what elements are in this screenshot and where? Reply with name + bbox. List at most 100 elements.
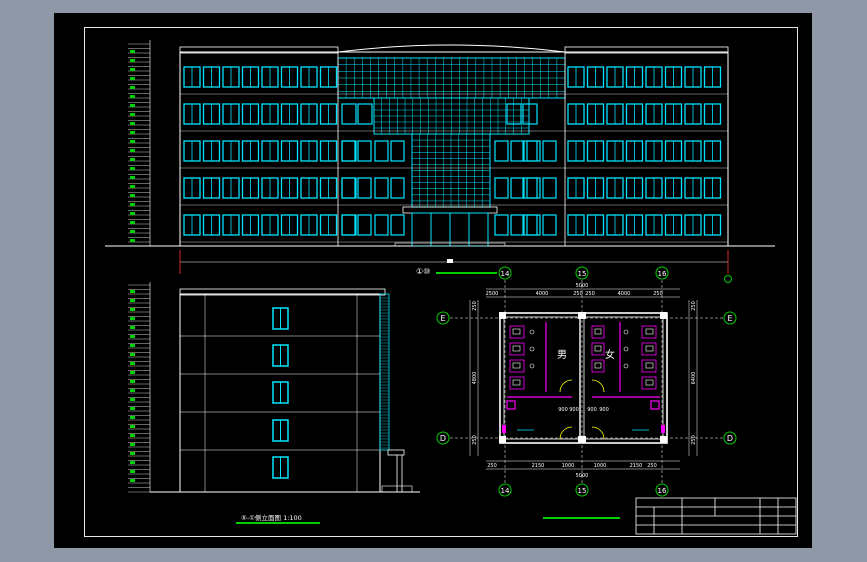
level-mark xyxy=(130,95,135,98)
urinal-stall xyxy=(591,342,605,356)
level-mark xyxy=(130,185,135,188)
front-window xyxy=(522,103,538,125)
level-mark xyxy=(130,230,135,233)
axis-lines xyxy=(450,280,723,483)
level-mark xyxy=(130,167,135,170)
fixture-circle xyxy=(623,346,629,352)
level-mark xyxy=(130,203,135,206)
axis-label-14-bottom: 14 xyxy=(501,487,510,495)
front-window xyxy=(341,177,357,199)
front-window xyxy=(341,140,357,162)
front-window xyxy=(341,214,357,236)
toilet-fixture xyxy=(512,362,521,369)
level-mark xyxy=(130,326,135,329)
front-window xyxy=(374,177,389,199)
toilet-fixture xyxy=(645,345,654,352)
dimension-text: 250 xyxy=(653,291,663,297)
urinal-stall xyxy=(591,325,605,339)
front-window xyxy=(374,214,389,236)
level-mark xyxy=(130,344,135,347)
fixture-circle xyxy=(623,329,629,335)
wall-vents xyxy=(502,425,665,433)
cad-viewport[interactable]: ①⑩ ⑤-①侧立面图 1:100 14 15 16 14 15 16 E D E… xyxy=(0,0,867,562)
level-mark xyxy=(130,353,135,356)
dimension-text: 1000 xyxy=(562,463,575,469)
dimension-text: 2150 xyxy=(532,463,545,469)
dim-total-top: 5000 xyxy=(576,283,589,289)
level-mark xyxy=(130,452,135,455)
side-elevation-title: ⑤-①侧立面图 1:100 xyxy=(241,513,302,522)
axis-label-E-left: E xyxy=(440,314,445,323)
level-mark xyxy=(130,407,135,410)
level-mark xyxy=(130,113,135,116)
toilet-stalls xyxy=(509,325,657,390)
toilet-stall-female xyxy=(641,376,657,390)
front-elevation: ①⑩ xyxy=(105,40,775,283)
dimension-text: 900 xyxy=(599,407,609,413)
dimension-text: 4000 xyxy=(618,291,631,297)
dimension-text: 900 xyxy=(569,407,579,413)
level-mark xyxy=(130,86,135,89)
dimension-text: 900 xyxy=(587,407,597,413)
axis-label-16-bottom: 16 xyxy=(658,487,667,495)
level-mark xyxy=(130,131,135,134)
front-window xyxy=(357,103,373,125)
urinal xyxy=(529,363,535,369)
dimension-text: 250 xyxy=(647,463,657,469)
front-window xyxy=(510,214,525,236)
dimension-text: 250 xyxy=(472,301,478,311)
level-mark xyxy=(130,371,135,374)
toilet-stall-female xyxy=(641,325,657,339)
dimension-text: 2500 xyxy=(486,291,499,297)
axis-label-15: 15 xyxy=(578,270,587,278)
level-mark xyxy=(130,104,135,107)
level-mark xyxy=(130,425,135,428)
level-mark xyxy=(130,470,135,473)
level-mark xyxy=(130,380,135,383)
level-mark xyxy=(130,434,135,437)
room-label-female: 女 xyxy=(605,348,615,361)
dimension-text: 2150 xyxy=(630,463,643,469)
front-window xyxy=(357,214,372,236)
side-curtain-lines xyxy=(380,297,389,449)
axis-bubble xyxy=(724,275,732,283)
side-windows xyxy=(272,307,289,479)
level-mark xyxy=(130,479,135,482)
level-mark xyxy=(130,194,135,197)
level-markers-front xyxy=(128,40,151,246)
level-mark xyxy=(130,308,135,311)
axis-label-15-bottom: 15 xyxy=(578,487,587,495)
dim-mid-parts: 900 900 900 900 xyxy=(558,407,609,413)
front-window xyxy=(526,177,541,199)
front-window xyxy=(522,177,538,199)
dim-right-parts: 250 6400 250 xyxy=(691,301,697,445)
level-mark xyxy=(130,443,135,446)
fixture xyxy=(594,362,602,369)
axis-label-E-right: E xyxy=(727,314,732,323)
urinal-stall xyxy=(591,359,605,373)
curtain-wall xyxy=(337,57,566,208)
toilet-fixture xyxy=(645,362,654,369)
dimension-text: 4000 xyxy=(536,291,549,297)
front-window xyxy=(341,140,356,162)
front-scale-label: ①⑩ xyxy=(416,267,430,276)
level-mark xyxy=(130,299,135,302)
fixture xyxy=(594,345,602,352)
level-mark xyxy=(130,176,135,179)
level-mark xyxy=(130,416,135,419)
axis-label-16: 16 xyxy=(658,270,667,278)
front-window xyxy=(526,214,541,236)
level-mark xyxy=(130,335,135,338)
dimension-text: 250 xyxy=(691,435,697,445)
front-window xyxy=(341,103,357,125)
front-window xyxy=(341,177,356,199)
toilet-stall-male xyxy=(509,342,525,356)
dimension-text: 250 xyxy=(585,291,595,297)
front-window xyxy=(494,214,509,236)
dim-left-parts: 250 4800 250 xyxy=(472,301,478,445)
fixture xyxy=(594,328,602,335)
level-mark xyxy=(130,221,135,224)
dimension-text: 900 xyxy=(558,407,568,413)
level-mark xyxy=(130,398,135,401)
level-mark xyxy=(130,290,135,293)
